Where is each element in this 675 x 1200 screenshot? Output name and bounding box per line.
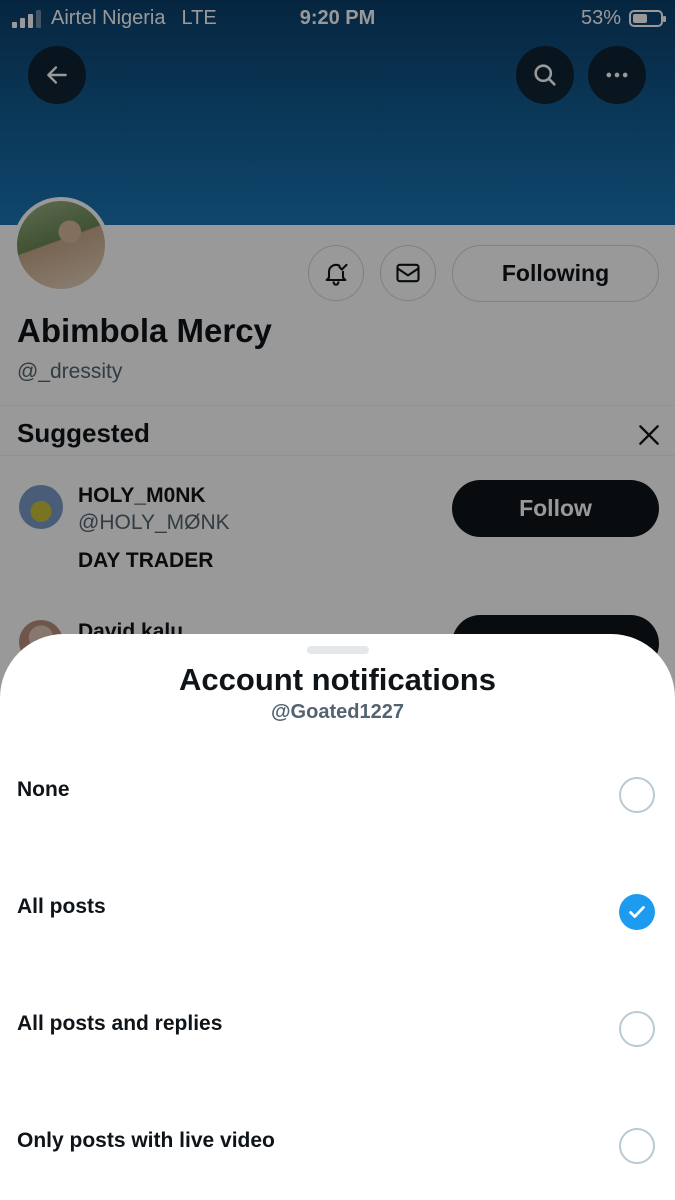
option-label: All posts [17, 895, 106, 918]
option-label: All posts and replies [17, 1012, 223, 1035]
option-all-posts[interactable]: All posts [0, 857, 675, 957]
sheet-subtitle: @Goated1227 [271, 701, 404, 723]
option-none[interactable]: None [0, 740, 675, 840]
option-label: None [17, 778, 70, 801]
sheet-grabber[interactable] [307, 646, 369, 654]
option-live-video[interactable]: Only posts with live video [0, 1091, 675, 1191]
account-notifications-sheet: Account notifications @Goated1227 None A… [0, 634, 675, 1200]
radio-unchecked-icon[interactable] [619, 777, 655, 813]
option-label: Only posts with live video [17, 1129, 275, 1152]
radio-checked-icon[interactable] [619, 894, 655, 930]
checkmark-icon [629, 906, 645, 918]
option-all-posts-and-replies[interactable]: All posts and replies [0, 974, 675, 1074]
radio-unchecked-icon[interactable] [619, 1011, 655, 1047]
sheet-title: Account notifications [179, 662, 496, 697]
radio-unchecked-icon[interactable] [619, 1128, 655, 1164]
